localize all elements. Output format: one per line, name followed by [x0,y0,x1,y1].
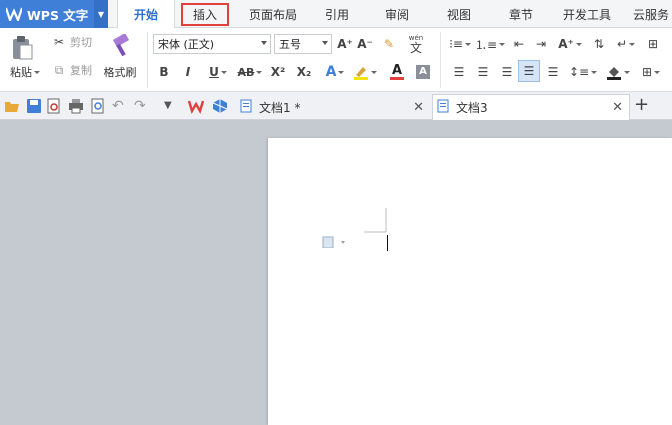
format-painter-icon[interactable] [108,32,134,60]
copy-button[interactable]: 复制 [66,62,96,78]
table-icon[interactable]: ⊞ [644,34,662,54]
align-center-icon[interactable]: ☰ [474,62,492,82]
wps-home-icon[interactable] [187,98,205,115]
highlight-color-button[interactable] [352,62,378,82]
font-name-select[interactable]: 宋体 (正文) [153,34,271,54]
undo-icon[interactable]: ↶ [112,98,128,114]
text-size-style-button[interactable]: A⁺ [556,34,584,54]
ribbon-separator [440,32,441,88]
copy-icon[interactable]: ⧉ [52,62,66,78]
menu-bar: WPS 文字 ▼ 开始 插入 页面布局 引用 审阅 视图 章节 开发工具 云服务 [0,0,672,29]
text-effect-button[interactable]: A [322,62,348,82]
redo-icon[interactable]: ↷ [134,98,150,114]
save-icon[interactable] [26,98,42,114]
numbered-list-button[interactable]: ⒈≡ [475,34,506,54]
tab-review[interactable]: 审阅 [372,0,422,28]
export-pdf-icon[interactable] [46,98,62,114]
paste-button[interactable]: 粘贴 [6,64,44,80]
phonetic-guide-button[interactable]: wén 文 [404,32,428,56]
cloud-doc-icon[interactable] [212,98,228,114]
cut-icon[interactable]: ✂ [52,34,66,50]
strikethrough-button[interactable]: AB [236,62,264,82]
clear-format-icon[interactable]: ✎ [380,34,398,54]
format-painter-button[interactable]: 格式刷 [100,64,140,80]
tab-references[interactable]: 引用 [312,0,362,28]
wps-logo-icon [6,7,22,21]
document-icon [240,99,253,116]
cut-button[interactable]: 剪切 [66,34,96,50]
document-workspace [0,120,672,425]
tab-page-layout[interactable]: 页面布局 [240,0,306,28]
increase-indent-icon[interactable]: ⇥ [532,34,550,54]
document-icon [437,99,450,116]
superscript-button[interactable]: X² [268,62,288,82]
tab-insert[interactable]: 插入 [178,0,232,28]
open-folder-icon[interactable] [4,98,20,114]
justify-icon[interactable]: ☰ [518,60,540,82]
ribbon: 粘贴 ✂ 剪切 ⧉ 复制 格式刷 宋体 (正文) 五号 A⁺ A⁻ ✎ wén 文… [0,28,672,92]
tab-cloud[interactable]: 云服务 [626,0,672,28]
print-preview-icon[interactable] [90,98,106,114]
shading-button[interactable] [604,62,632,82]
tab-sections[interactable]: 章节 [496,0,546,28]
text-cursor [387,235,388,251]
tab-home[interactable]: 开始 [117,0,175,29]
font-color-button[interactable]: A [384,62,410,82]
doc-tab-1[interactable]: 文档1 * ✕ [236,94,430,120]
align-right-icon[interactable]: ☰ [498,62,516,82]
shrink-font-button[interactable]: A⁻ [356,34,374,54]
line-spacing-button[interactable]: ↕≡ [569,62,598,82]
sort-icon[interactable]: ⇅ [590,34,608,54]
app-menu-button[interactable]: WPS 文字 ▼ [0,0,108,28]
close-icon[interactable]: ✕ [612,100,623,115]
bullet-list-button[interactable]: ⁝≡ [448,34,472,54]
char-shading-button[interactable]: A [414,62,432,82]
margin-corner-mark [364,208,388,237]
decrease-indent-icon[interactable]: ⇤ [510,34,528,54]
close-icon[interactable]: ✕ [413,100,424,115]
underline-button[interactable]: U [204,62,232,82]
font-size-select[interactable]: 五号 [274,34,332,54]
quick-access-bar: ↶ ↷ ▼ 文档1 * ✕ 文档3 ✕ + [0,92,672,120]
italic-button[interactable]: I [180,62,196,82]
paste-icon[interactable] [8,34,36,62]
grow-font-button[interactable]: A⁺ [336,34,354,54]
bold-button[interactable]: B [156,62,172,82]
tab-view[interactable]: 视图 [434,0,484,28]
show-marks-button[interactable]: ↵ [614,34,638,54]
document-page[interactable] [268,138,672,425]
subscript-button[interactable]: X₂ [294,62,314,82]
borders-button[interactable]: ⊞ [638,62,664,82]
app-name: WPS 文字 [27,7,89,23]
tab-developer[interactable]: 开发工具 [556,0,618,28]
ribbon-separator [147,32,148,88]
doc-tab-label: 文档3 [456,101,488,115]
paste-options-icon[interactable] [322,236,348,251]
distributed-align-icon[interactable]: ☰ [544,62,562,82]
align-left-icon[interactable]: ☰ [450,62,468,82]
print-icon[interactable] [68,98,84,114]
doc-tab-3[interactable]: 文档3 ✕ [432,94,630,120]
customize-toolbar-icon[interactable]: ▼ [164,98,180,114]
app-dropdown-icon[interactable]: ▼ [94,0,108,28]
doc-tab-label: 文档1 * [259,100,301,115]
new-tab-icon[interactable]: + [634,96,650,114]
